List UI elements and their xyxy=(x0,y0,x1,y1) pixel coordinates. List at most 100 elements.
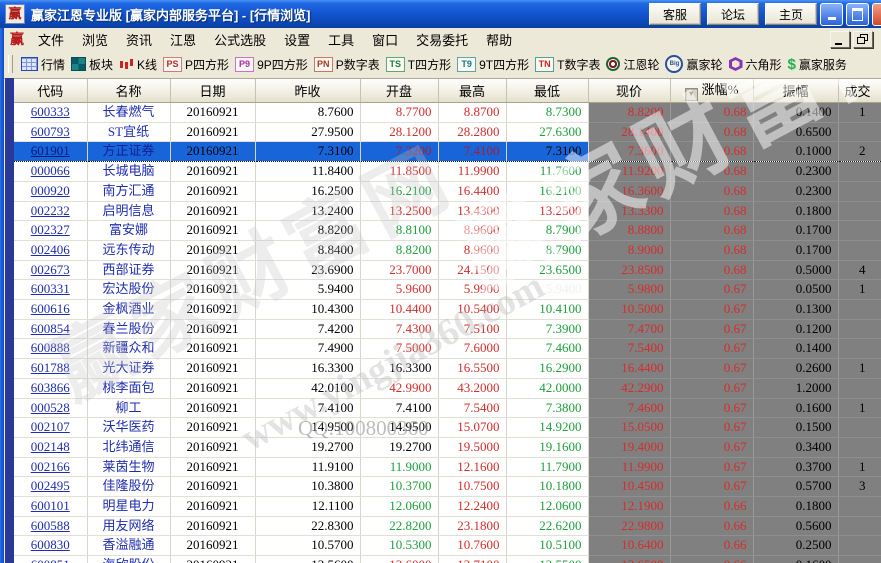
cell-code[interactable]: 600616 xyxy=(14,300,87,320)
homepage-button[interactable]: 主页 xyxy=(765,3,817,25)
tool-pn[interactable]: PNP数字表 xyxy=(314,56,380,73)
cell-code[interactable]: 002406 xyxy=(14,240,87,260)
cell-code[interactable]: 002107 xyxy=(14,418,87,438)
menu-item[interactable]: 公式选股 xyxy=(214,30,266,49)
table-row[interactable]: 600854春兰股份201609217.42007.43007.51007.39… xyxy=(14,319,881,339)
table-row[interactable]: 002673西部证券2016092123.690023.700024.15002… xyxy=(14,260,881,280)
cell-high: 28.2800 xyxy=(438,122,506,142)
cell-code[interactable]: 600588 xyxy=(14,516,87,536)
table-row[interactable]: 600588用友网络2016092122.830022.820023.18002… xyxy=(14,516,881,536)
header-amplitude[interactable]: 振幅 xyxy=(753,78,838,103)
table-row[interactable]: 000528柳工201609217.41007.41007.54007.3800… xyxy=(14,398,881,418)
header-low[interactable]: 最低 xyxy=(506,78,588,103)
maximize-button[interactable] xyxy=(846,3,869,26)
table-row[interactable]: 600851海欣股份2016092113.560013.600013.71001… xyxy=(14,556,881,563)
table-row[interactable]: 000920南方汇通2016092116.250016.210016.44001… xyxy=(14,181,881,201)
cell-code[interactable]: 601788 xyxy=(14,359,87,379)
menu-item[interactable]: 交易委托 xyxy=(416,30,468,49)
cell-amp: 0.2600 xyxy=(753,359,838,379)
cell-code[interactable]: 000066 xyxy=(14,162,87,182)
cell-code[interactable]: 000528 xyxy=(14,398,87,418)
cell-high: 24.1500 xyxy=(438,260,506,280)
cell-code[interactable]: 603866 xyxy=(14,378,87,398)
menu-item[interactable]: 浏览 xyxy=(82,30,108,49)
header-high[interactable]: 最高 xyxy=(438,78,506,103)
cell-code[interactable]: 600101 xyxy=(14,497,87,517)
table-row[interactable]: 002232启明信息2016092113.240013.250013.43001… xyxy=(14,201,881,221)
table-row[interactable]: 000066长城电脑2016092111.840011.850011.99001… xyxy=(14,162,881,182)
mdi-minimize-button[interactable] xyxy=(830,31,850,48)
customer-service-button[interactable]: 客服 xyxy=(649,3,701,25)
cell-code[interactable]: 000920 xyxy=(14,181,87,201)
cell-code[interactable]: 600854 xyxy=(14,319,87,339)
cell-code[interactable]: 600851 xyxy=(14,556,87,563)
tool-service[interactable]: $赢家服务 xyxy=(788,56,847,73)
table-row[interactable]: 600616金枫酒业2016092110.430010.440010.54001… xyxy=(14,300,881,320)
cell-code[interactable]: 600331 xyxy=(14,280,87,300)
header-prev-close[interactable]: 昨收 xyxy=(255,78,360,103)
menu-item[interactable]: 文件 xyxy=(38,30,64,49)
tool-blocks[interactable]: 板块 xyxy=(71,56,113,73)
header-code[interactable]: 代码 xyxy=(14,78,87,103)
cell-code[interactable]: 600333 xyxy=(14,103,87,123)
menu-item[interactable]: 江恩 xyxy=(170,30,196,49)
header-open[interactable]: 开盘 xyxy=(360,78,438,103)
cell-code[interactable]: 002673 xyxy=(14,260,87,280)
tool-tn[interactable]: TNT数字表 xyxy=(535,56,600,73)
cell-code[interactable]: 002166 xyxy=(14,457,87,477)
tool-ts[interactable]: TST四方形 xyxy=(386,56,451,73)
table-row[interactable]: 002166莱茵生物2016092111.910011.900012.16001… xyxy=(14,457,881,477)
table-row[interactable]: 002406远东传动201609218.84008.82008.96008.79… xyxy=(14,240,881,260)
tool-ps[interactable]: PSP四方形 xyxy=(163,56,229,73)
table-row[interactable]: 600793ST宜纸2016092127.950028.120028.28002… xyxy=(14,122,881,142)
toolbar-grip[interactable] xyxy=(8,55,13,73)
cell-code[interactable]: 002495 xyxy=(14,477,87,497)
table-row[interactable]: 600101明星电力2016092112.110012.060012.24001… xyxy=(14,497,881,517)
table-row[interactable]: 600333长春燃气201609218.76008.77008.87008.73… xyxy=(14,103,881,123)
menu-item[interactable]: 帮助 xyxy=(486,30,512,49)
header-volume[interactable]: 成交 xyxy=(838,78,881,103)
header-change-pct[interactable]: ▾涨幅% xyxy=(670,78,753,103)
tool-p9[interactable]: P99P四方形 xyxy=(235,56,308,73)
table-row[interactable]: 002327富安娜201609218.82008.81008.96008.790… xyxy=(14,221,881,241)
cell-prev: 7.3100 xyxy=(255,142,360,162)
table-row[interactable]: 600888新疆众和201609217.49007.50007.60007.46… xyxy=(14,339,881,359)
cell-code[interactable]: 600830 xyxy=(14,536,87,556)
table-row[interactable]: 600830香溢融通2016092110.570010.530010.76001… xyxy=(14,536,881,556)
cell-code[interactable]: 601901 xyxy=(14,142,87,162)
tool-t9[interactable]: T99T四方形 xyxy=(457,56,529,73)
cell-vol xyxy=(838,240,881,260)
cell-code[interactable]: 002327 xyxy=(14,221,87,241)
cell-pct: 0.68 xyxy=(670,260,753,280)
table-row[interactable]: 002148北纬通信2016092119.270019.270019.50001… xyxy=(14,437,881,457)
header-date[interactable]: 日期 xyxy=(170,78,255,103)
menu-item[interactable]: 设置 xyxy=(284,30,310,49)
menu-item[interactable]: 资讯 xyxy=(126,30,152,49)
table-row[interactable]: 603866桃李面包2016092142.010042.990043.20004… xyxy=(14,378,881,398)
close-button[interactable] xyxy=(872,3,881,26)
header-name[interactable]: 名称 xyxy=(87,78,170,103)
table-row[interactable]: 600331宏达股份201609215.94005.96005.99005.94… xyxy=(14,280,881,300)
tool-quotes-grid[interactable]: 行情 xyxy=(21,56,65,73)
menu-item[interactable]: 工具 xyxy=(328,30,354,49)
tool-winner-wheel[interactable]: Big赢家轮 xyxy=(665,55,722,73)
header-price[interactable]: 现价 xyxy=(588,78,670,103)
cell-code[interactable]: 002148 xyxy=(14,437,87,457)
forum-button[interactable]: 论坛 xyxy=(707,3,759,25)
tool-kline[interactable]: K线 xyxy=(119,56,157,73)
tool-hexagon[interactable]: 六角形 xyxy=(729,56,782,73)
table-row[interactable]: 002495佳隆股份2016092110.380010.370010.75001… xyxy=(14,477,881,497)
mdi-restore-button[interactable] xyxy=(853,31,873,48)
cell-code[interactable]: 002232 xyxy=(14,201,87,221)
table-row[interactable]: 601901方正证券201609217.31007.32007.41007.31… xyxy=(14,142,881,162)
minimize-button[interactable] xyxy=(820,3,843,26)
cell-name: 新疆众和 xyxy=(87,339,170,359)
cell-open: 11.8500 xyxy=(360,162,438,182)
cell-code[interactable]: 600793 xyxy=(14,122,87,142)
menu-item[interactable]: 窗口 xyxy=(372,30,398,49)
cell-code[interactable]: 600888 xyxy=(14,339,87,359)
table-row[interactable]: 601788光大证券2016092116.330016.330016.55001… xyxy=(14,359,881,379)
table-row[interactable]: 002107沃华医药2016092114.950014.950015.07001… xyxy=(14,418,881,438)
cell-high: 8.9600 xyxy=(438,221,506,241)
tool-gann-wheel[interactable]: 江恩轮 xyxy=(606,56,659,73)
